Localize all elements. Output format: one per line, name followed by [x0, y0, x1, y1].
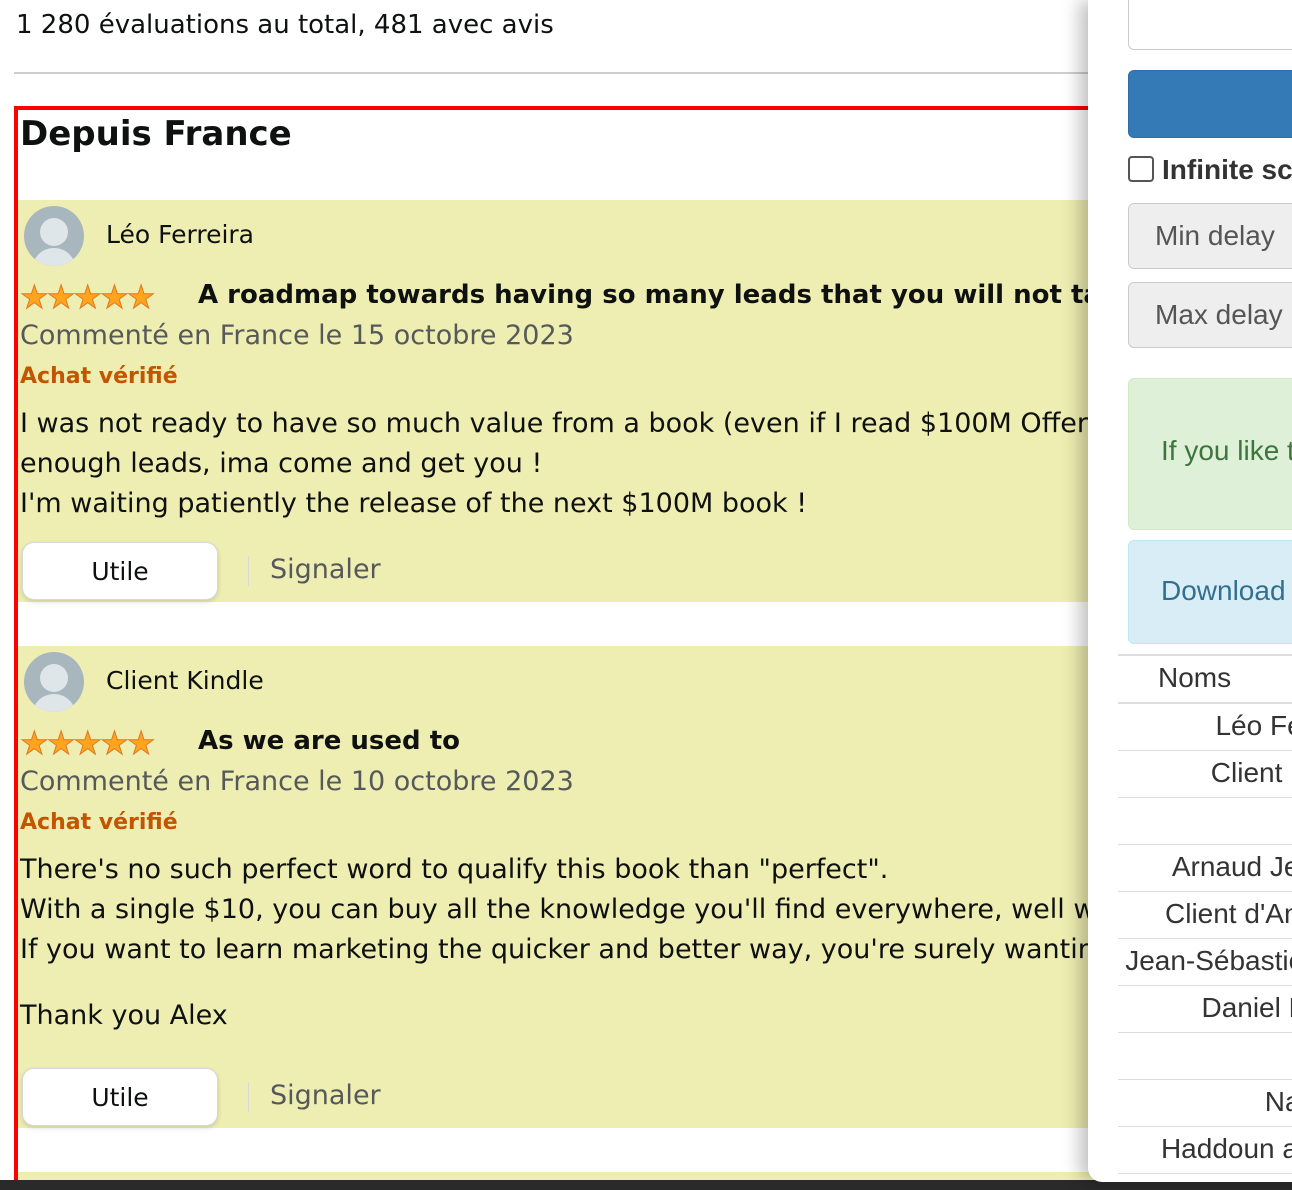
- section-title: Depuis France: [20, 114, 292, 154]
- review-body-line: [20, 970, 1169, 996]
- review-title[interactable]: A roadmap towards having so many leads t…: [198, 280, 1215, 310]
- table-cell: Daniel Kranjc: [1201, 992, 1292, 1023]
- table-row: Jean-Sébastien GY: [1118, 939, 1292, 986]
- divider: [248, 1082, 249, 1112]
- review-body-line: Thank you Alex: [20, 1000, 228, 1031]
- min-delay-input[interactable]: Min delay: [1128, 203, 1292, 269]
- table-header: Noms: [1118, 654, 1292, 704]
- infinite-scroll-label[interactable]: Infinite sc: [1162, 154, 1292, 186]
- table-cell: Nadia Y.: [1264, 1086, 1292, 1117]
- divider: [14, 72, 1114, 74]
- verified-purchase-badge: Achat vérifié: [20, 810, 178, 835]
- table-row: Client Kindle: [1118, 751, 1292, 798]
- table-row: Arnaud Jeuland: [1118, 845, 1292, 892]
- review-card: Client Kindle ★★★★★ As we are used to Co…: [18, 646, 1169, 1128]
- ratings-summary: 1 280 évaluations au total, 481 avec avi…: [16, 10, 554, 40]
- report-link[interactable]: Signaler: [270, 1080, 381, 1111]
- min-delay-placeholder: Min delay: [1155, 220, 1275, 251]
- helpful-button[interactable]: Utile: [22, 1068, 218, 1126]
- star-rating-icon[interactable]: ★★★★★: [19, 278, 155, 317]
- max-delay-input[interactable]: Max delay: [1128, 282, 1292, 348]
- table-row: Daniel Kranjc: [1118, 986, 1292, 1033]
- review-body-line: There's no such perfect word to qualify …: [20, 854, 889, 885]
- review-body-line: I'm waiting patiently the release of the…: [20, 488, 808, 519]
- table-row: Léo Ferreira: [1118, 704, 1292, 751]
- review-body-line: With a single $10, you can buy all the k…: [20, 894, 1169, 925]
- table-row: Nadia Y.: [1118, 1080, 1292, 1127]
- review-author[interactable]: Client Kindle: [106, 666, 264, 695]
- table-cell: Client d'Amazon: [1165, 898, 1292, 929]
- review-body: There's no such perfect word to qualify …: [20, 850, 1169, 1036]
- divider: [248, 556, 249, 586]
- download-label: Download: [1161, 575, 1286, 606]
- review-date: Commenté en France le 10 octobre 2023: [20, 766, 574, 797]
- names-table: Noms Léo Ferreira Client Kindle Arnaud J…: [1118, 654, 1292, 1174]
- table-row: [1118, 1033, 1292, 1080]
- star-rating-icon[interactable]: ★★★★★: [19, 724, 155, 763]
- verified-purchase-badge: Achat vérifié: [20, 364, 178, 389]
- review-title[interactable]: As we are used to: [198, 726, 460, 756]
- start-button[interactable]: [1128, 70, 1292, 138]
- review-date: Commenté en France le 15 octobre 2023: [20, 320, 574, 351]
- review-author[interactable]: Léo Ferreira: [106, 220, 254, 249]
- table-row: [1118, 798, 1292, 845]
- table-cell: Client Kindle: [1210, 757, 1292, 788]
- success-alert: If you like t: [1128, 378, 1292, 530]
- extension-panel: Infinite sc Min delay Max delay If you l…: [1088, 0, 1292, 1182]
- review-body: I was not ready to have so much value fr…: [20, 404, 1205, 524]
- table-cell: Léo Ferreira: [1215, 710, 1292, 741]
- table-row: Client d'Amazon: [1118, 892, 1292, 939]
- review-body-line: If you want to learn marketing the quick…: [20, 934, 1169, 965]
- report-link[interactable]: Signaler: [270, 554, 381, 585]
- infinite-scroll-checkbox[interactable]: [1128, 156, 1154, 182]
- table-row: Haddoun ahmed: [1118, 1127, 1292, 1174]
- page: 1 280 évaluations au total, 481 avec avi…: [0, 0, 1292, 1190]
- table-cell: Haddoun ahmed: [1160, 1133, 1292, 1164]
- review-body-line: I was not ready to have so much value fr…: [20, 408, 1206, 439]
- avatar-icon: [24, 652, 84, 712]
- avatar-icon: [24, 206, 84, 266]
- table-header-label: Noms: [1158, 662, 1232, 693]
- success-message: If you like t: [1161, 435, 1292, 466]
- review-card: Léo Ferreira ★★★★★ A roadmap towards hav…: [18, 200, 1215, 602]
- helpful-button[interactable]: Utile: [22, 542, 218, 600]
- table-cell: Arnaud Jeuland: [1171, 851, 1292, 882]
- download-button[interactable]: Download: [1128, 540, 1292, 644]
- review-body-line: enough leads, ima come and get you !: [20, 448, 543, 479]
- table-cell: Jean-Sébastien GY: [1125, 945, 1292, 976]
- max-delay-placeholder: Max delay: [1155, 299, 1283, 330]
- url-input[interactable]: [1128, 0, 1292, 50]
